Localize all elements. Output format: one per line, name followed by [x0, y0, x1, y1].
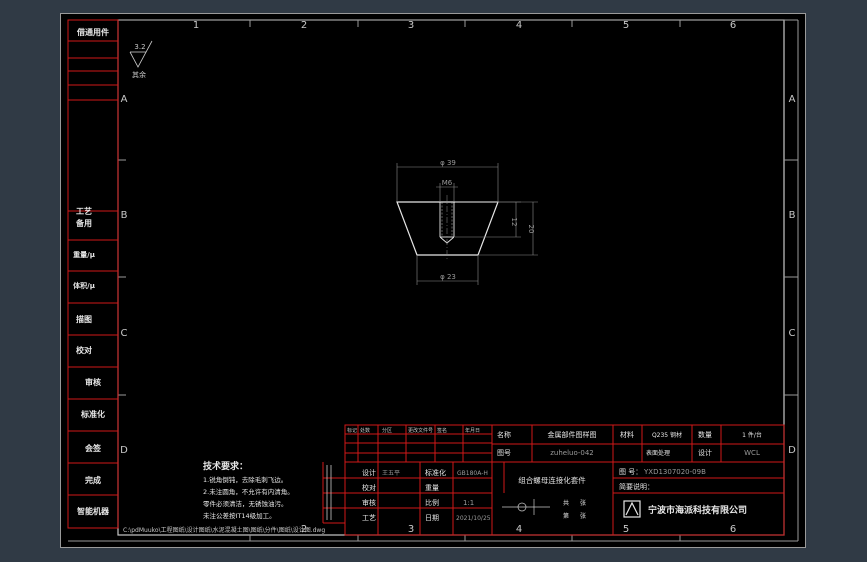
strip-label: 借通用件 — [76, 27, 109, 37]
file-path: C:\pdMuuko\工程图纸\设计图纸\水泥混凝土图\图纸\分件\图纸\设计图… — [123, 526, 325, 534]
tb-scale-value: 1:1 — [463, 499, 474, 507]
part-outline — [396, 201, 499, 256]
tech-line: 2.未注圆角，不允许有内清角。 — [203, 487, 294, 496]
col-label-bottom: 6 — [730, 524, 736, 535]
row-label-left: D — [120, 445, 128, 456]
dim-top-width: φ 39 — [440, 159, 456, 167]
company-name: 宁波市海派科技有限公司 — [648, 504, 747, 516]
roughness-value: 3.2 — [134, 43, 145, 51]
tb-row-label: 设计 — [362, 468, 376, 477]
tb-weight-label: 重量 — [425, 484, 439, 492]
tb-remark-label: 简要说明： — [619, 482, 654, 491]
roughness-symbol: 3.2 其余 — [129, 40, 153, 79]
strip-label: 智能机器 — [77, 506, 110, 516]
col-label-top: 1 — [193, 20, 199, 31]
row-label-right: B — [789, 210, 796, 221]
col-label-bottom: 3 — [408, 524, 414, 535]
tech-line: 1.锐角倒钝，去除毛刺飞边。 — [203, 475, 287, 484]
strip-label: 工艺 — [76, 206, 92, 216]
tb-designer-value: WCL — [744, 449, 760, 457]
tb-row-label: 审核 — [362, 498, 376, 507]
tb-approver: 王五平 — [382, 470, 400, 477]
row-label-right: D — [788, 445, 796, 456]
tech-title: 技术要求： — [203, 460, 248, 472]
part-section-view — [396, 195, 499, 260]
company-logo — [623, 500, 641, 518]
strip-label: 审核 — [85, 377, 101, 387]
tb-material-value: Q235 钢材 — [652, 431, 682, 439]
tb-col-label: 处数 — [360, 427, 370, 434]
dim-height: 20 — [527, 225, 535, 234]
tb-treatment-label: 表面处理 — [646, 449, 670, 457]
row-label-left: C — [121, 328, 128, 339]
strip-label: 完成 — [85, 475, 101, 485]
strip-label: 备用 — [75, 218, 92, 228]
tb-page-label: 第 — [563, 512, 569, 520]
tb-proc-label: 日期 — [425, 514, 439, 522]
tb-material-label: 材料 — [620, 430, 634, 439]
tb-designer-label: 设计 — [698, 448, 712, 457]
tech-line: 零件必须清洁，无锈蚀油污。 — [203, 499, 288, 508]
tech-requirements: 技术要求： 1.锐角倒钝，去除毛刺飞边。 2.未注圆角，不允许有内清角。 零件必… — [203, 460, 294, 520]
col-label-bottom: 5 — [623, 524, 629, 535]
col-label-top: 4 — [516, 20, 522, 31]
tb-code-value: zuheluo-042 — [550, 449, 594, 457]
tb-scale-label: 比例 — [425, 498, 439, 507]
dim-thread: M6 — [442, 179, 453, 187]
tb-fileno-label: 图 号： — [619, 468, 642, 476]
strip-label: 描图 — [76, 314, 92, 324]
tb-col-label: 签名 — [437, 427, 447, 434]
tb-std-label: 标准化 — [425, 468, 446, 477]
tb-date-value: 2021/10/25 — [456, 515, 491, 522]
col-label-top: 3 — [408, 20, 414, 31]
tb-col-label: 标记 — [347, 427, 357, 434]
projection-symbol — [502, 499, 550, 515]
strip-label: 标准化 — [80, 409, 105, 419]
tb-row-label: 校对 — [362, 483, 376, 492]
tb-col-label: 更改文件号 — [408, 427, 433, 434]
tb-row-label: 工艺 — [362, 514, 376, 522]
tb-qty-label: 数量 — [698, 430, 712, 439]
strip-label: 重量/µ — [73, 250, 95, 259]
row-label-left: A — [121, 94, 128, 105]
tb-code-label: 图号 — [497, 449, 511, 457]
drawing-sheet: 1 2 3 4 5 6 2 3 4 5 6 A B C D A B C D 借通… — [60, 13, 806, 548]
tb-name-value: 金属部件图样图 — [548, 430, 597, 439]
roughness-note: 其余 — [132, 70, 146, 79]
drawing-canvas: 1 2 3 4 5 6 2 3 4 5 6 A B C D A B C D 借通… — [60, 13, 806, 548]
tb-col-label: 分区 — [382, 427, 392, 434]
strip-label: 会签 — [85, 443, 102, 453]
tb-page-of: 张 — [580, 512, 586, 520]
col-label-top: 6 — [730, 20, 736, 31]
tb-sheet-label: 共 — [563, 499, 569, 507]
tb-col-label: 年月日 — [465, 427, 480, 434]
row-label-left: B — [121, 210, 128, 221]
strip-label: 校对 — [76, 345, 92, 355]
dim-thread-depth: 12 — [510, 218, 518, 227]
tb-qty-value: 1 件/台 — [742, 431, 762, 439]
tb-fileno-value: YXD1307020-09B — [643, 468, 706, 476]
tb-drawing-title: 组合螺母连接化套件 — [518, 475, 586, 485]
row-label-right: C — [789, 328, 796, 339]
dim-bottom-width: φ 23 — [440, 273, 456, 281]
col-label-bottom: 4 — [516, 524, 522, 535]
tb-sheet-of: 张 — [580, 499, 586, 507]
tb-name-label: 名称 — [497, 430, 511, 439]
col-label-top: 5 — [623, 20, 629, 31]
strip-label: 体积/µ — [73, 281, 95, 290]
row-label-right: A — [789, 94, 796, 105]
tech-line: 未注公差按IT14级加工。 — [203, 511, 276, 520]
col-label-top: 2 — [301, 20, 307, 31]
tb-std-value: GB180A-H — [457, 470, 488, 477]
